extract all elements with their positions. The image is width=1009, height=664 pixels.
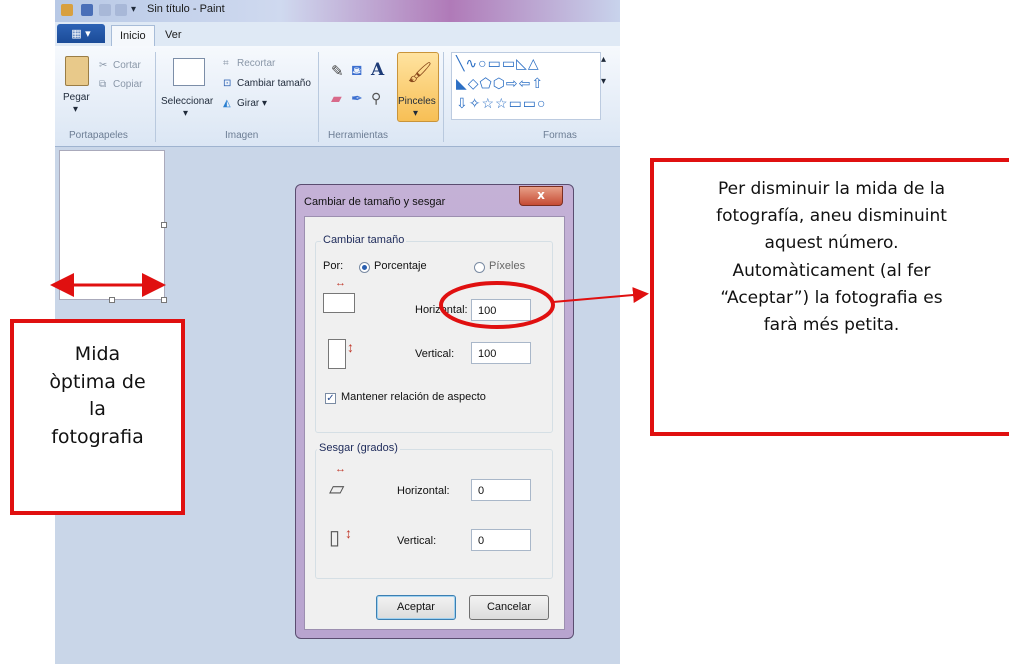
pointer-arrow <box>552 287 649 304</box>
left-annotation-line: Mida <box>74 343 121 365</box>
left-annotation-line: òptima de <box>49 370 146 393</box>
right-annotation-line: “Aceptar”) la fotografia es <box>720 287 943 308</box>
right-annotation-line: farà més petita. <box>763 314 900 335</box>
right-annotation-line: fotografía, aneu disminuint <box>716 206 947 227</box>
left-annotation-line: fotografia <box>51 425 144 448</box>
right-annotation-line: Automàticament (al fer <box>732 260 931 281</box>
left-annotation-box: Mida òptima de la fotografia <box>10 319 185 515</box>
highlight-ellipse <box>439 281 555 329</box>
right-annotation-line: Per disminuir la mida de la <box>717 179 946 199</box>
right-annotation-box: Per disminuir la mida de la fotografía, … <box>650 158 1009 436</box>
right-annotation-line: aquest número. <box>764 233 899 254</box>
left-annotation-line: la <box>89 398 106 421</box>
